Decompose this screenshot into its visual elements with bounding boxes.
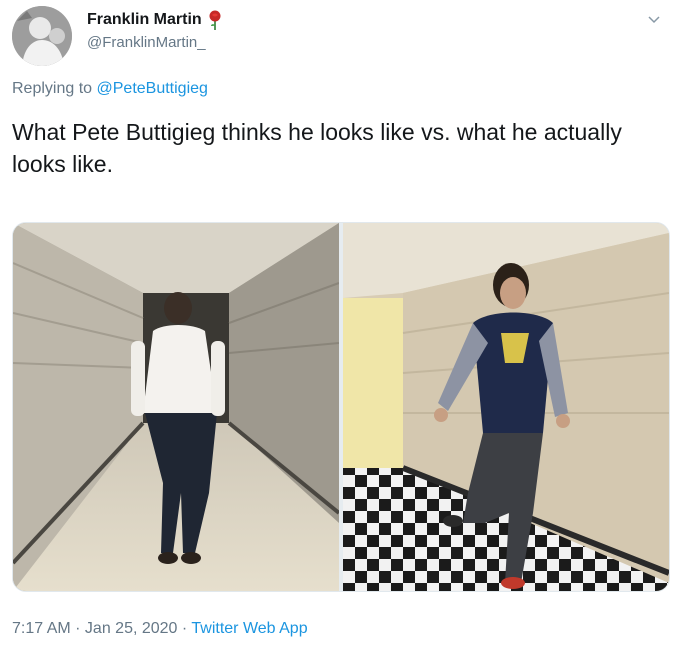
tweet-time[interactable]: 7:17 AM bbox=[12, 620, 71, 637]
reply-mention-link[interactable]: @PeteButtigieg bbox=[97, 80, 208, 97]
author-handle[interactable]: @FranklinMartin_ bbox=[87, 34, 206, 51]
author-name-row[interactable]: Franklin Martin bbox=[87, 10, 222, 30]
replying-to-label: Replying to bbox=[12, 80, 93, 97]
replying-to: Replying to @PeteButtigieg bbox=[12, 80, 208, 98]
avatar-image bbox=[12, 6, 72, 66]
chevron-down-icon[interactable] bbox=[646, 12, 662, 28]
avatar[interactable] bbox=[12, 6, 72, 66]
media-photo-right[interactable] bbox=[343, 223, 669, 591]
author-display-name[interactable]: Franklin Martin bbox=[87, 11, 202, 29]
tweet-meta: 7:17 AM · Jan 25, 2020 · Twitter Web App bbox=[12, 620, 308, 638]
media-photo-left[interactable] bbox=[13, 223, 339, 591]
meta-separator: · bbox=[70, 620, 85, 637]
hallway-running-photo bbox=[343, 223, 669, 591]
tweet-date[interactable]: Jan 25, 2020 bbox=[85, 620, 178, 637]
meta-separator: · bbox=[177, 620, 192, 637]
rose-icon bbox=[209, 10, 221, 30]
tweet-media[interactable] bbox=[12, 222, 670, 592]
tweet-source-link[interactable]: Twitter Web App bbox=[191, 620, 307, 637]
hallway-walking-photo bbox=[13, 223, 339, 591]
tweet-text: What Pete Buttigieg thinks he looks like… bbox=[12, 119, 622, 177]
